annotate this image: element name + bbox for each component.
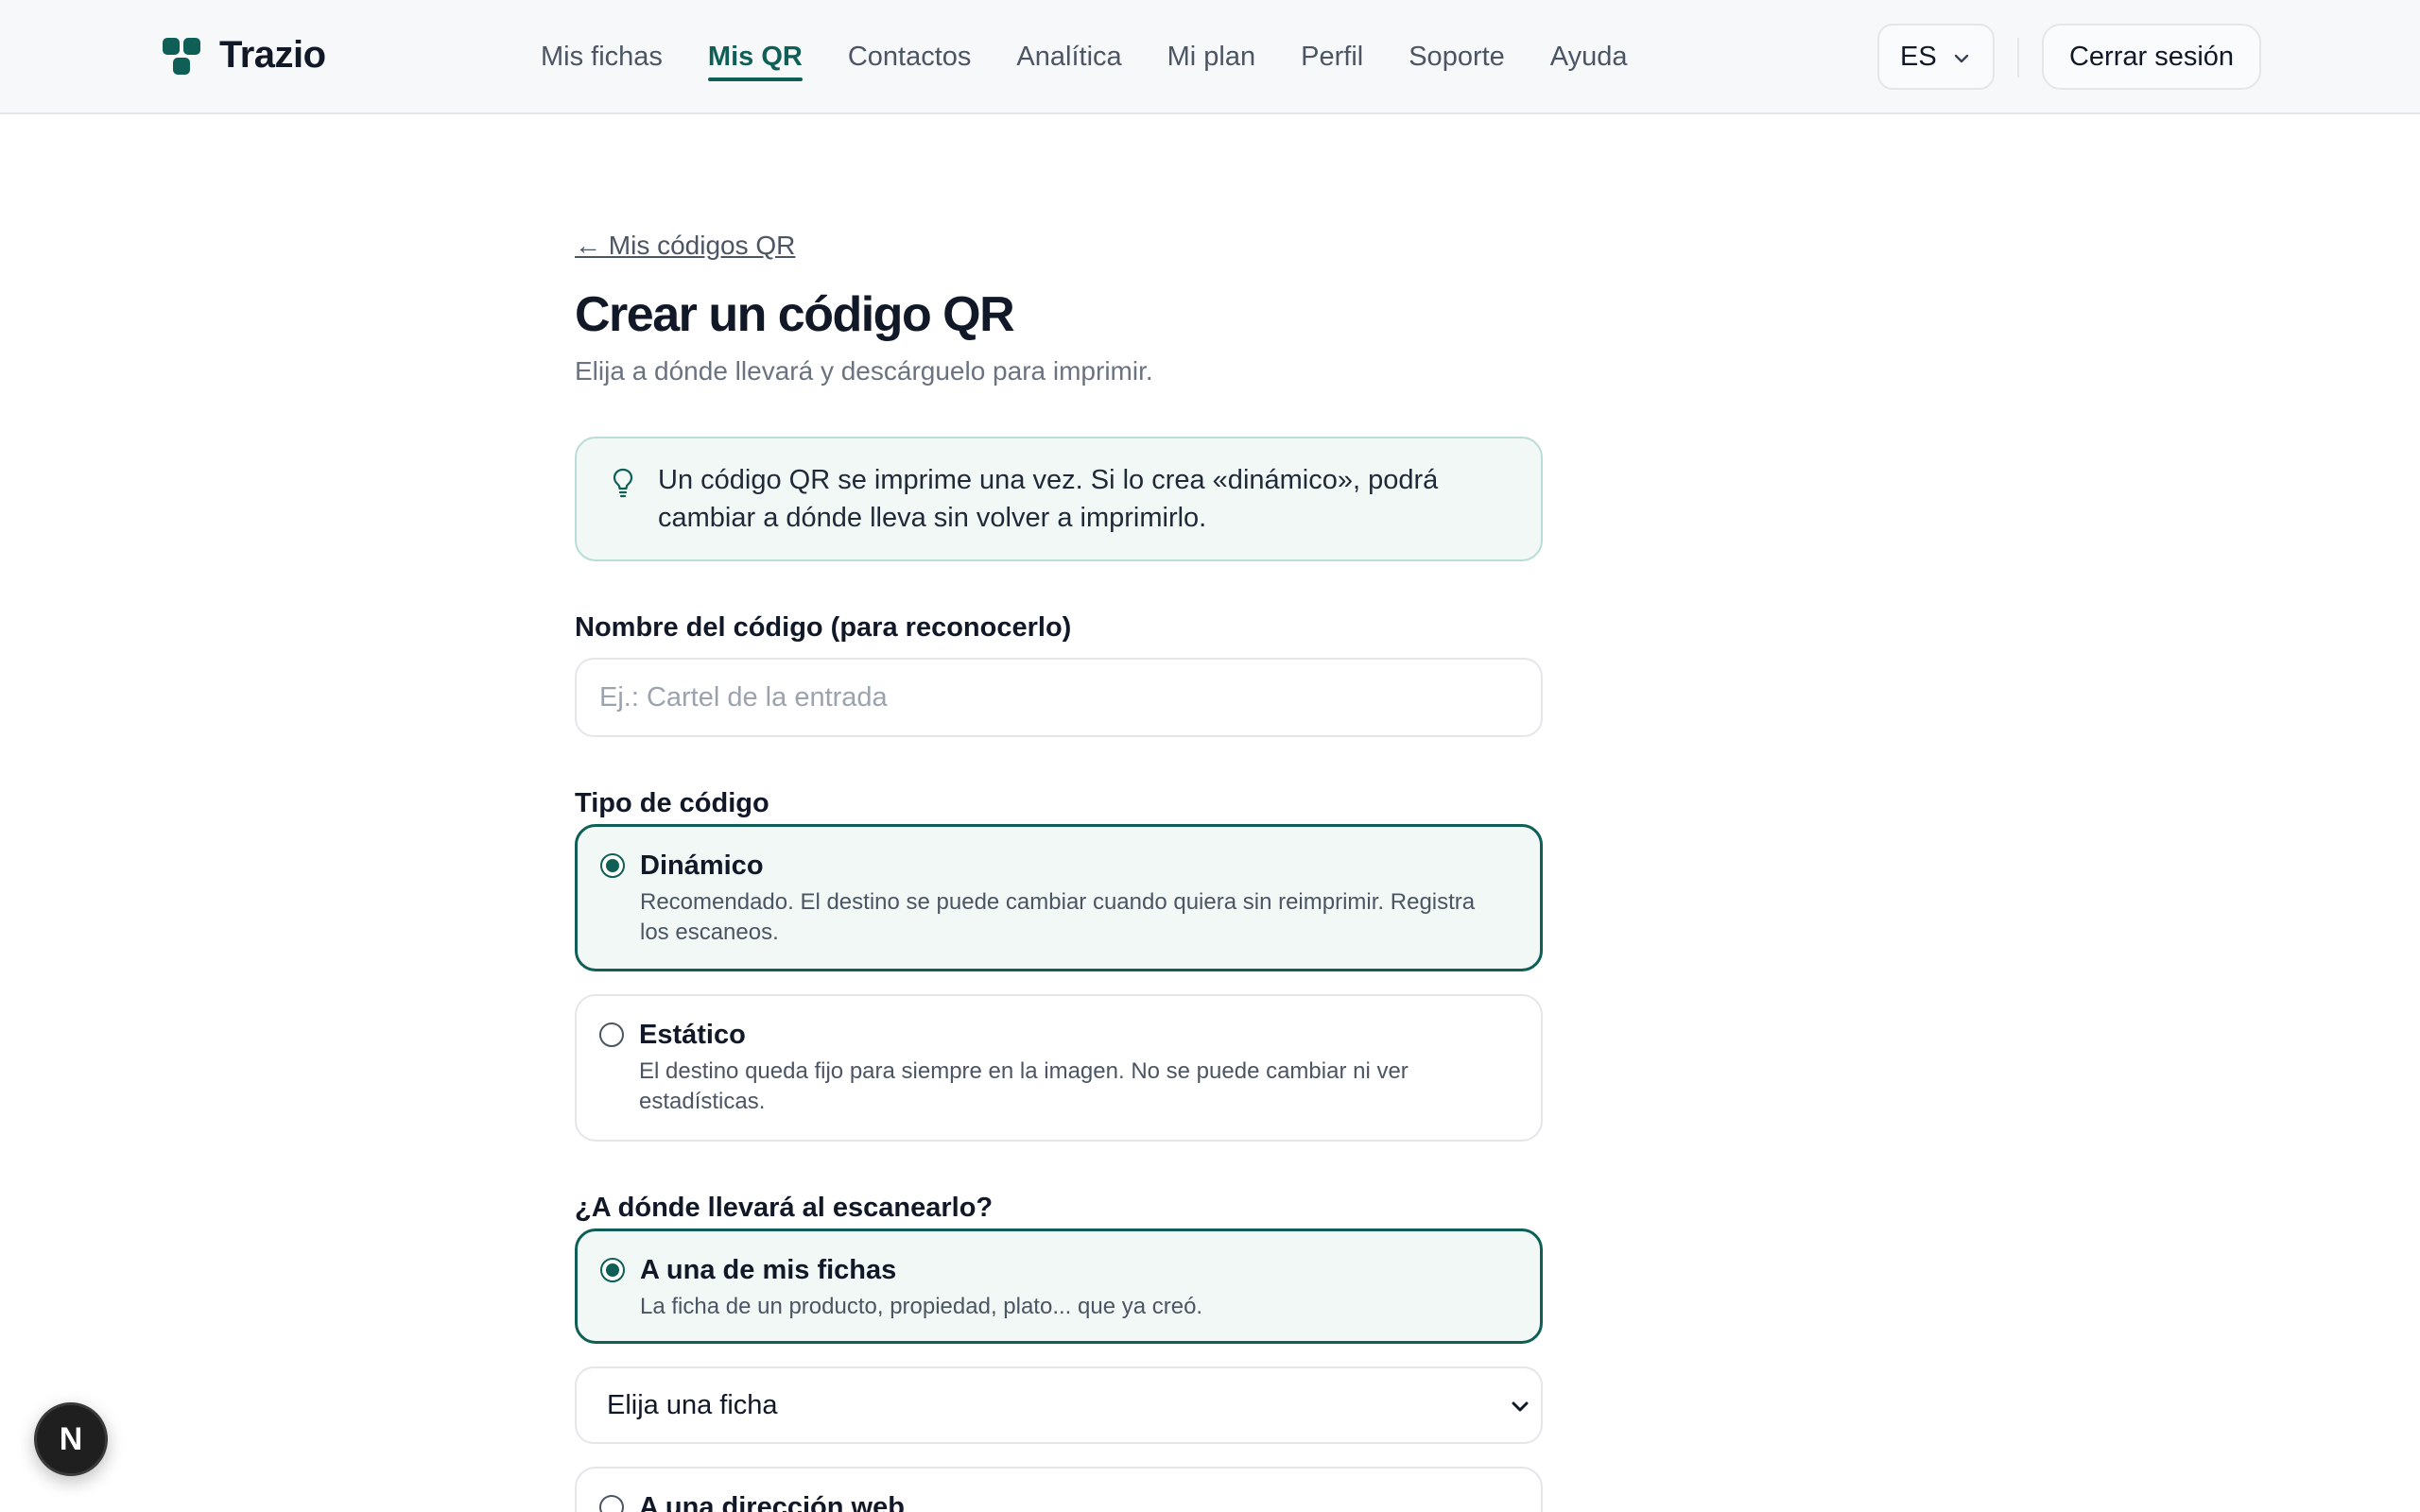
nav-perfil[interactable]: Perfil — [1301, 38, 1363, 76]
option-my-sheets[interactable]: A una de mis fichas La ficha de un produ… — [575, 1228, 1543, 1344]
brand[interactable]: Trazio — [161, 34, 326, 77]
option-web-address-title: A una dirección web — [639, 1492, 905, 1512]
sheet-select-value: Elija una ficha — [607, 1389, 778, 1420]
chevron-down-icon — [1512, 1401, 1529, 1412]
radio-my-sheets[interactable] — [600, 1258, 625, 1282]
radio-web-address[interactable] — [599, 1495, 624, 1512]
trazio-logo-icon — [161, 35, 202, 77]
option-web-address[interactable]: A una dirección web — [575, 1467, 1543, 1512]
back-link[interactable]: ← Mis códigos QR — [575, 227, 795, 265]
sheet-select[interactable]: Elija una ficha — [575, 1366, 1543, 1444]
radio-static[interactable] — [599, 1022, 624, 1047]
main-nav: Mis fichas Mis QR Contactos Analítica Mi… — [541, 0, 1673, 113]
logout-button[interactable]: Cerrar sesión — [2042, 24, 2261, 90]
type-field-label: Tipo de código — [575, 788, 769, 818]
page-title: Crear un código QR — [575, 287, 1015, 342]
language-selector[interactable]: ES — [1877, 24, 1995, 90]
info-callout: Un código QR se imprime una vez. Si lo c… — [575, 437, 1543, 561]
nav-mi-plan[interactable]: Mi plan — [1167, 38, 1256, 76]
info-text: Un código QR se imprime una vez. Si lo c… — [658, 465, 1439, 533]
option-static[interactable]: Estático El destino queda fijo para siem… — [575, 994, 1543, 1142]
radio-dynamic[interactable] — [600, 853, 625, 878]
chevron-down-icon — [1954, 54, 1969, 63]
destination-field-label: ¿A dónde llevará al escanearlo? — [575, 1193, 994, 1223]
option-static-desc: El destino queda fijo para siempre en la… — [639, 1058, 1409, 1114]
option-dynamic-title: Dinámico — [640, 850, 764, 881]
code-name-input[interactable] — [575, 658, 1543, 737]
nav-mis-fichas[interactable]: Mis fichas — [541, 38, 663, 76]
brand-name: Trazio — [219, 34, 326, 76]
option-dynamic[interactable]: Dinámico Recomendado. El destino se pued… — [575, 824, 1543, 971]
create-qr-form: ← Mis códigos QR Crear un código QR Elij… — [575, 227, 1543, 1512]
option-my-sheets-title: A una de mis fichas — [640, 1255, 897, 1285]
nav-mis-qr[interactable]: Mis QR — [707, 38, 803, 81]
top-navigation-bar: Trazio Mis fichas Mis QR Contactos Analí… — [0, 0, 2420, 114]
page-subtitle: Elija a dónde llevará y descárguelo para… — [575, 356, 1153, 386]
dev-tools-button[interactable]: N — [34, 1402, 108, 1476]
option-static-title: Estático — [639, 1020, 746, 1050]
nav-contactos[interactable]: Contactos — [848, 38, 972, 76]
nav-ayuda[interactable]: Ayuda — [1550, 38, 1628, 76]
language-value: ES — [1900, 41, 1937, 72]
lightbulb-icon — [613, 468, 633, 498]
nav-soporte[interactable]: Soporte — [1409, 38, 1505, 76]
option-my-sheets-desc: La ficha de un producto, propiedad, plat… — [640, 1294, 1203, 1319]
name-field-label: Nombre del código (para reconocerlo) — [575, 612, 1072, 643]
nav-analitica[interactable]: Analítica — [1016, 38, 1121, 76]
option-dynamic-desc: Recomendado. El destino se puede cambiar… — [640, 889, 1476, 945]
header-divider — [2017, 38, 2019, 77]
